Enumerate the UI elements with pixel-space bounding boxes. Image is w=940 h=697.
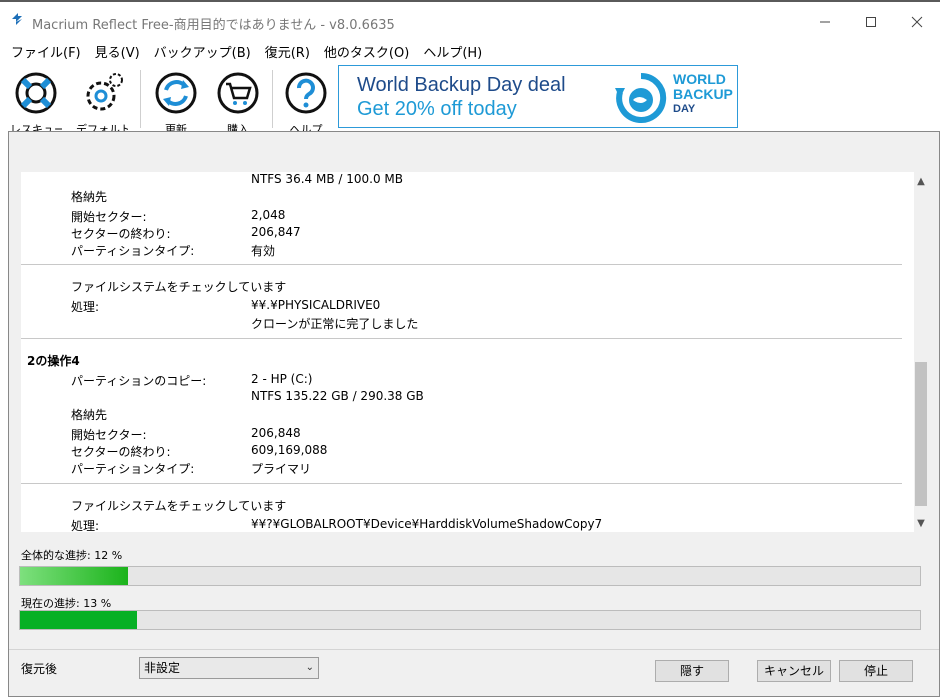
defaults-label: デフォルト	[76, 123, 128, 131]
op4-type-value: プライマリ	[251, 462, 312, 476]
help-button[interactable]: ヘルプ	[280, 70, 332, 132]
banner-brand-line3: DAY	[673, 103, 696, 115]
rescue-button[interactable]: レスキュー	[10, 70, 62, 132]
maximize-button[interactable]	[848, 8, 894, 36]
log-divider	[21, 264, 902, 265]
scroll-thumb[interactable]	[915, 362, 927, 506]
update-label: 更新	[165, 123, 187, 131]
banner-brand: WORLD BACKUP DAY	[673, 72, 737, 117]
scroll-down-arrow-icon[interactable]: ▼	[914, 515, 928, 532]
close-button[interactable]	[894, 8, 940, 36]
banner-headline: World Backup Day deal	[357, 74, 566, 96]
menu-file[interactable]: ファイル(F)	[4, 42, 88, 61]
op3-start-label: 開始セクター:	[71, 210, 147, 224]
op3-process-label: 処理:	[71, 300, 100, 314]
close-icon	[911, 16, 923, 28]
banner-brand-line2: BACKUP	[673, 86, 733, 102]
refresh-icon	[155, 72, 197, 114]
op4-process-label: 処理:	[71, 519, 100, 532]
op4-filesystem: NTFS 135.22 GB / 290.38 GB	[251, 389, 424, 403]
defaults-button[interactable]: デフォルト	[76, 70, 128, 132]
current-progress-label: 現在の進捗: 13 %	[21, 597, 112, 610]
op4-dest-label: 格納先	[71, 408, 108, 422]
window-title: Macrium Reflect Free-商用目的ではありません - v8.0.…	[32, 18, 395, 33]
buy-button[interactable]: 購入	[212, 70, 264, 132]
after-restore-label: 復元後	[21, 662, 58, 676]
chevron-down-icon: ⌄	[305, 662, 314, 673]
macrium-logo-icon	[12, 13, 22, 25]
log-divider	[21, 483, 902, 484]
log-scrollbar[interactable]: ▲ ▼	[914, 172, 928, 532]
menu-view[interactable]: 見る(V)	[88, 42, 147, 61]
op4-copy-label: パーティションのコピー:	[71, 374, 207, 388]
op3-type-value: 有効	[251, 244, 276, 258]
banner-offer: Get 20% off today	[357, 98, 517, 120]
footer-divider	[9, 649, 939, 650]
clone-progress-dialog: NTFS 36.4 MB / 100.0 MB 格納先 開始セクター: 2,04…	[8, 131, 940, 697]
menu-help[interactable]: ヘルプ(H)	[416, 42, 489, 61]
rescue-label: レスキュー	[10, 123, 62, 131]
scroll-up-arrow-icon[interactable]: ▲	[914, 173, 928, 190]
op4-check-label: ファイルシステムをチェックしています	[71, 499, 287, 513]
cancel-button[interactable]: キャンセル	[757, 660, 831, 682]
menu-restore[interactable]: 復元(R)	[258, 42, 317, 61]
op4-start-label: 開始セクター:	[71, 428, 147, 442]
banner-brand-line1: WORLD	[673, 71, 726, 87]
current-progress-fill	[20, 611, 137, 629]
promo-banner[interactable]: World Backup Day deal Get 20% off today …	[338, 65, 738, 128]
help-label: ヘルプ	[289, 123, 323, 131]
menu-bar: ファイル(F) 見る(V) バックアップ(B) 復元(R) 他のタスク(O) ヘ…	[0, 38, 940, 64]
cart-icon	[217, 72, 259, 114]
op4-type-label: パーティションタイプ:	[71, 462, 195, 476]
op3-type-label: パーティションタイプ:	[71, 244, 195, 258]
op3-process-result: クローンが正常に完了しました	[251, 317, 419, 331]
op4-title: 2の操作4	[27, 354, 80, 368]
after-restore-value: 非設定	[144, 661, 181, 675]
op3-end-value: 206,847	[251, 225, 301, 239]
op4-end-label: セクターの終わり:	[71, 445, 171, 459]
maximize-icon	[866, 17, 876, 27]
toolbar-divider	[272, 70, 273, 128]
op3-filesystem: NTFS 36.4 MB / 100.0 MB	[251, 172, 403, 186]
overall-progress-fill	[20, 567, 128, 585]
title-bar: Macrium Reflect Free-商用目的ではありません - v8.0.…	[0, 0, 940, 38]
op4-copy-value: 2 - HP (C:)	[251, 372, 313, 386]
operation-log[interactable]: NTFS 36.4 MB / 100.0 MB 格納先 開始セクター: 2,04…	[21, 172, 928, 532]
minimize-button[interactable]	[802, 8, 848, 36]
log-divider	[21, 338, 902, 339]
menu-other-tasks[interactable]: 他のタスク(O)	[317, 42, 416, 61]
overall-progress-label: 全体的な進捗: 12 %	[21, 549, 123, 562]
op4-end-value: 609,169,088	[251, 443, 328, 457]
gear-icon	[86, 73, 123, 111]
op3-process-value: ¥¥.¥PHYSICALDRIVE0	[251, 298, 381, 312]
question-mark-icon	[285, 72, 327, 114]
toolbar: レスキュー デフォルト 更新 購入 ヘルプ World Backup Day d…	[0, 64, 940, 132]
hide-button[interactable]: 隠す	[655, 660, 729, 682]
op4-start-value: 206,848	[251, 426, 301, 440]
toolbar-divider	[140, 70, 141, 128]
menu-backup[interactable]: バックアップ(B)	[147, 42, 258, 61]
world-backup-day-logo-icon	[615, 72, 667, 123]
op3-check-label: ファイルシステムをチェックしています	[71, 280, 287, 294]
op4-process-value: ¥¥?¥GLOBALROOT¥Device¥HarddiskVolumeShad…	[251, 517, 603, 531]
stop-button[interactable]: 停止	[839, 660, 913, 682]
buy-label: 購入	[227, 123, 249, 131]
op3-start-value: 2,048	[251, 208, 286, 222]
op3-dest-label: 格納先	[71, 190, 108, 204]
after-restore-select[interactable]: 非設定 ⌄	[139, 657, 319, 679]
current-progress-bar	[19, 610, 921, 630]
minimize-icon	[820, 21, 830, 23]
update-button[interactable]: 更新	[150, 70, 202, 132]
lifebuoy-icon	[15, 72, 57, 114]
overall-progress-bar	[19, 566, 921, 586]
op3-end-label: セクターの終わり:	[71, 227, 171, 241]
